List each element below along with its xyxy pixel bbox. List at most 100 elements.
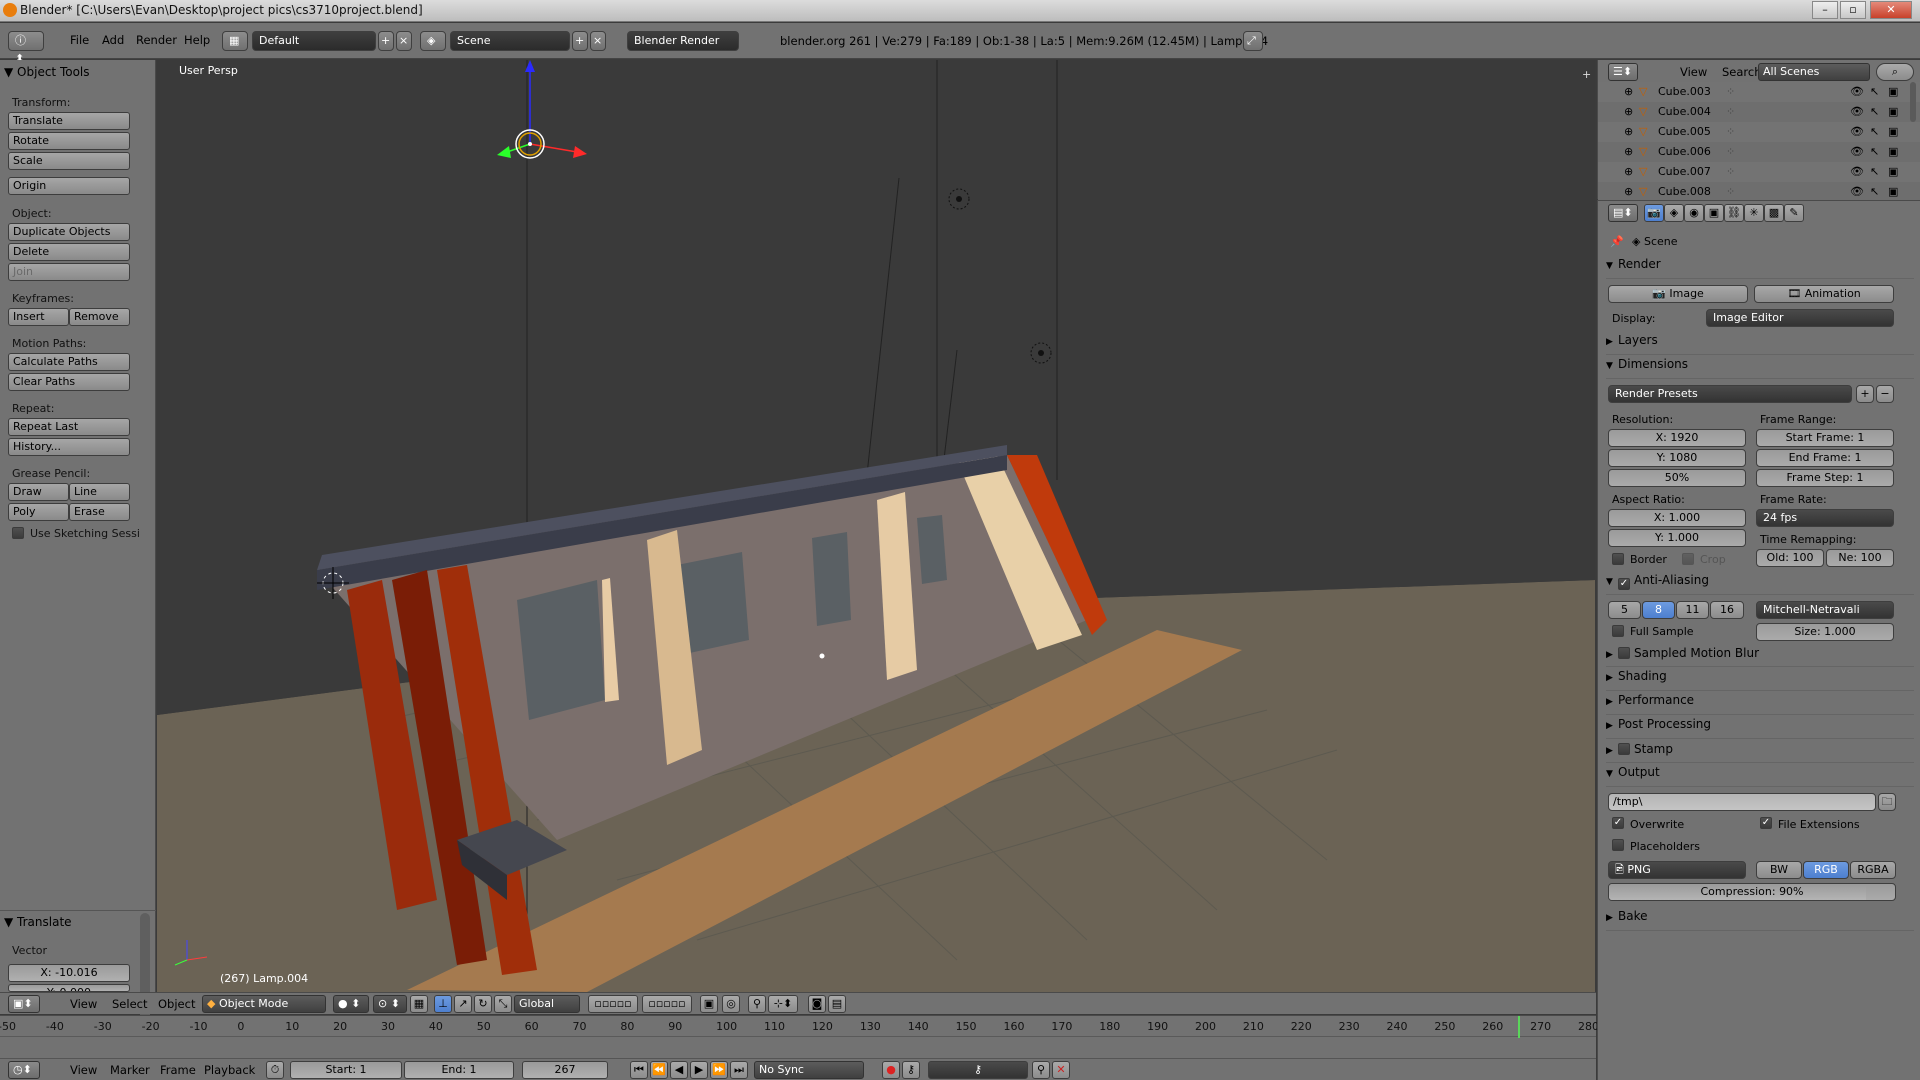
fullscreen-icon[interactable]: ⤢ <box>1243 31 1263 51</box>
dimensions-panel-header[interactable]: ▼ Dimensions <box>1606 357 1914 379</box>
stamp-checkbox[interactable] <box>1618 743 1630 755</box>
grease-line-button[interactable]: Line <box>69 483 130 501</box>
record-icon[interactable]: ● <box>882 1061 900 1079</box>
resolution-y-field[interactable]: Y: 1080 <box>1608 449 1746 467</box>
add-preset-icon[interactable]: + <box>1856 385 1874 403</box>
menu-file[interactable]: File <box>70 33 89 47</box>
tl-menu-view[interactable]: View <box>70 1063 97 1077</box>
editor-type-3d-icon[interactable]: ▣⬍ <box>8 995 40 1013</box>
render-animation-button[interactable]: 🎞 Animation <box>1754 285 1894 303</box>
outliner-item[interactable]: ⊕ ▽ Cube.008 ⁘ 👁 ↖ ▣ <box>1598 182 1920 202</box>
mode-select[interactable]: ◆ Object Mode <box>202 995 326 1013</box>
insert-keyframe-icon[interactable]: ⚲ <box>1032 1061 1050 1079</box>
delete-keyframe-icon[interactable]: ✕ <box>1052 1061 1070 1079</box>
outliner-item[interactable]: ⊕ ▽ Cube.003 ⁘ 👁 ↖ ▣ <box>1598 82 1920 102</box>
visibility-eye-icon[interactable]: 👁 <box>1850 165 1864 178</box>
selectable-arrow-icon[interactable]: ↖ <box>1870 85 1879 98</box>
render-engine-select[interactable]: Blender Render <box>627 31 739 51</box>
sync-mode-select[interactable]: No Sync <box>754 1061 864 1079</box>
crop-checkbox[interactable] <box>1682 553 1694 565</box>
render-image-button[interactable]: 📷 Image <box>1608 285 1748 303</box>
expand-icon[interactable]: ⊕ <box>1624 185 1633 198</box>
tl-menu-marker[interactable]: Marker <box>110 1063 150 1077</box>
selectable-arrow-icon[interactable]: ↖ <box>1870 105 1879 118</box>
tl-menu-playback[interactable]: Playback <box>204 1063 255 1077</box>
editor-type-properties-icon[interactable]: ▤⬍ <box>1608 204 1638 222</box>
viewport-shading-select[interactable]: ● ⬍ <box>333 995 369 1013</box>
close-button[interactable]: ✕ <box>1870 1 1912 19</box>
object-tools-header[interactable]: ▼ Object Tools <box>4 65 90 79</box>
menu-render[interactable]: Render <box>136 33 177 47</box>
frame-rate-select[interactable]: 24 fps <box>1756 509 1894 527</box>
selectable-arrow-icon[interactable]: ↖ <box>1870 125 1879 138</box>
start-frame-field[interactable]: Start: 1 <box>290 1061 402 1079</box>
snap-element-select[interactable]: ⊹⬍ <box>768 995 798 1013</box>
clear-paths-button[interactable]: Clear Paths <box>8 373 130 391</box>
bake-panel-header[interactable]: ▶ Bake <box>1606 909 1914 931</box>
renderable-camera-icon[interactable]: ▣ <box>1888 165 1898 178</box>
output-path-field[interactable]: /tmp\ <box>1608 793 1876 811</box>
outliner-item[interactable]: ⊕ ▽ Cube.007 ⁘ 👁 ↖ ▣ <box>1598 162 1920 182</box>
visibility-eye-icon[interactable]: 👁 <box>1850 185 1864 198</box>
vector-y-field[interactable]: Y: 0.000 <box>8 984 130 992</box>
aspect-x-field[interactable]: X: 1.000 <box>1608 509 1746 527</box>
repeat-last-button[interactable]: Repeat Last <box>8 418 130 436</box>
renderable-camera-icon[interactable]: ▣ <box>1888 185 1898 198</box>
compression-slider[interactable]: Compression: 90% <box>1608 883 1896 901</box>
selectable-arrow-icon[interactable]: ↖ <box>1870 145 1879 158</box>
vp-menu-select[interactable]: Select <box>112 997 147 1011</box>
outliner-menu-search[interactable]: Search <box>1722 65 1762 79</box>
output-panel-header[interactable]: ▼ Output <box>1606 765 1914 787</box>
scene-layers-group-1[interactable]: ▫▫▫▫▫ <box>588 995 638 1013</box>
expand-icon[interactable]: ⊕ <box>1624 145 1633 158</box>
preview-range-icon[interactable]: ⏱ <box>266 1061 284 1079</box>
history-button[interactable]: History... <box>8 438 130 456</box>
scene-layers-group-2[interactable]: ▫▫▫▫▫ <box>642 995 692 1013</box>
render-presets-select[interactable]: Render Presets <box>1608 385 1852 403</box>
remove-preset-icon[interactable]: − <box>1876 385 1894 403</box>
renderable-camera-icon[interactable]: ▣ <box>1888 105 1898 118</box>
editor-type-info-icon[interactable]: ⓘ ⬍ <box>8 31 44 65</box>
file-format-select[interactable]: 🖻 PNG <box>1608 861 1746 879</box>
aa-samples-5[interactable]: 5 <box>1608 601 1641 619</box>
visibility-eye-icon[interactable]: 👁 <box>1850 145 1864 158</box>
active-keying-set-select[interactable]: ⚷ <box>928 1061 1028 1079</box>
renderable-camera-icon[interactable]: ▣ <box>1888 85 1898 98</box>
outliner-item[interactable]: ⊕ ▽ Cube.004 ⁘ 👁 ↖ ▣ <box>1598 102 1920 122</box>
time-remap-new-field[interactable]: Ne: 100 <box>1826 549 1894 567</box>
tl-menu-frame[interactable]: Frame <box>160 1063 196 1077</box>
world-tab-icon[interactable]: ◉ <box>1684 204 1704 222</box>
border-checkbox[interactable] <box>1612 553 1624 565</box>
aa-filter-select[interactable]: Mitchell-Netravali <box>1756 601 1894 619</box>
expand-icon[interactable]: ⊕ <box>1624 105 1633 118</box>
scene-icon[interactable]: ◈ <box>420 31 446 51</box>
limit-selection-icon[interactable]: ▦ <box>410 995 428 1013</box>
menu-help[interactable]: Help <box>184 33 210 47</box>
frame-step-field[interactable]: Frame Step: 1 <box>1756 469 1894 487</box>
menu-add[interactable]: Add <box>102 33 124 47</box>
visibility-eye-icon[interactable]: 👁 <box>1850 85 1864 98</box>
opengl-render-animation-icon[interactable]: ▤ <box>828 995 846 1013</box>
play-icon[interactable]: ▶ <box>690 1061 708 1079</box>
screen-layout-select[interactable]: Default <box>252 31 376 51</box>
anti-aliasing-checkbox[interactable]: ✓ <box>1618 578 1630 590</box>
scene-select[interactable]: Scene <box>450 31 570 51</box>
visibility-eye-icon[interactable]: 👁 <box>1850 105 1864 118</box>
outliner-item[interactable]: ⊕ ▽ Cube.005 ⁘ 👁 ↖ ▣ <box>1598 122 1920 142</box>
viewport-expand-icon[interactable]: + <box>1582 68 1591 81</box>
expand-icon[interactable]: ⊕ <box>1624 125 1633 138</box>
stamp-panel-header[interactable]: ▶ Stamp <box>1606 741 1914 763</box>
translate-manip-icon[interactable]: ↗ <box>454 995 472 1013</box>
current-frame-marker[interactable] <box>1518 1016 1520 1038</box>
render-panel-header[interactable]: ▼ Render <box>1606 257 1914 279</box>
editor-type-outliner-icon[interactable]: ☰⬍ <box>1608 63 1638 81</box>
keying-set-icon[interactable]: ⚷ <box>902 1061 920 1079</box>
color-bw-button[interactable]: BW <box>1756 861 1802 879</box>
3d-viewport[interactable]: User Persp (267) Lamp.004 + <box>157 60 1595 992</box>
grease-erase-button[interactable]: Erase <box>69 503 130 521</box>
editor-type-timeline-icon[interactable]: ◷⬍ <box>8 1061 40 1079</box>
play-reverse-icon[interactable]: ◀ <box>670 1061 688 1079</box>
grease-draw-button[interactable]: Draw <box>8 483 69 501</box>
maximize-button[interactable]: ▫ <box>1840 1 1866 19</box>
layers-panel-header[interactable]: ▶ Layers <box>1606 333 1914 355</box>
